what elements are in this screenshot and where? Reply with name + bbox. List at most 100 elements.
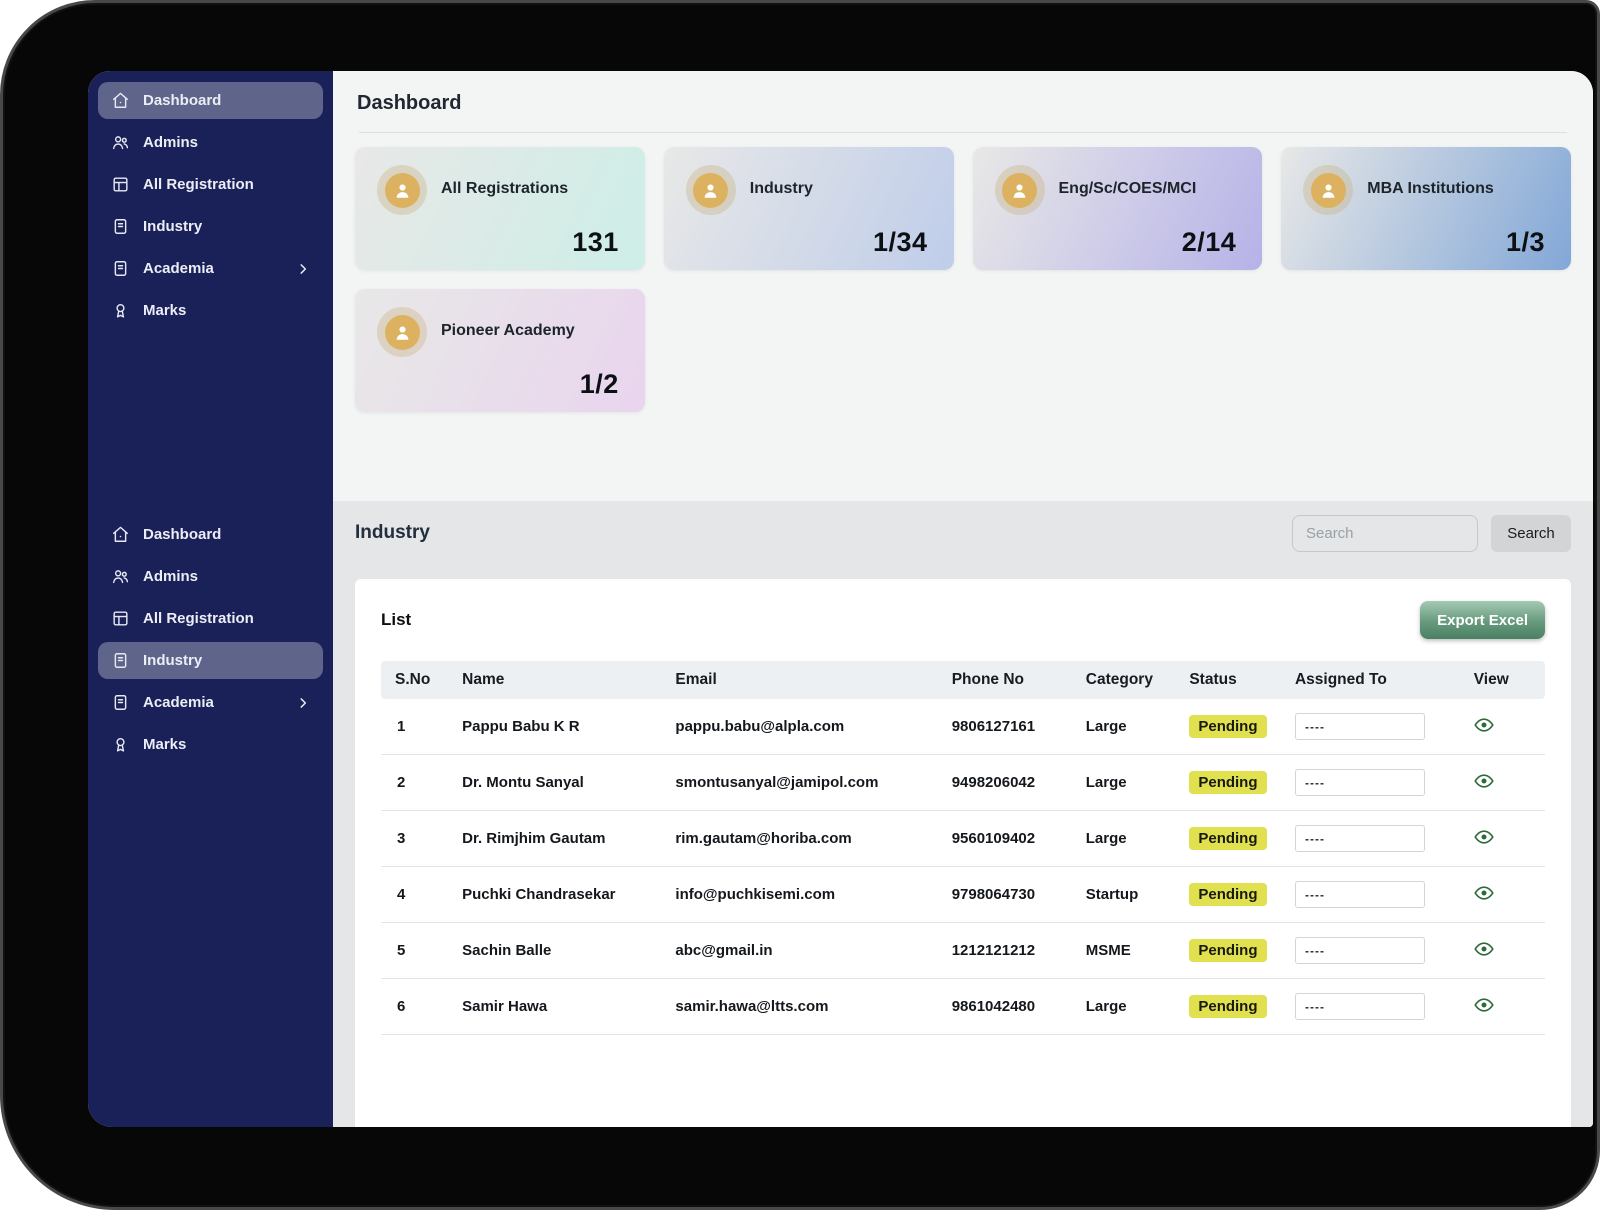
- avatar: [686, 165, 736, 215]
- cell-phone: 9798064730: [944, 867, 1078, 923]
- cell-assigned: ----: [1287, 979, 1466, 1035]
- document-icon: [111, 259, 130, 278]
- sidebar-item-dashboard[interactable]: Dashboard: [98, 82, 323, 119]
- cell-status: Pending: [1181, 811, 1287, 867]
- status-badge: Pending: [1189, 715, 1266, 738]
- avatar: [995, 165, 1045, 215]
- sidebar-item-industry[interactable]: Industry: [98, 642, 323, 679]
- cell-status: Pending: [1181, 923, 1287, 979]
- search-button[interactable]: Search: [1491, 515, 1571, 552]
- cell-phone: 9806127161: [944, 699, 1078, 755]
- table-row: 3 Dr. Rimjhim Gautam rim.gautam@horiba.c…: [381, 811, 1545, 867]
- sidebar-item-all-registration[interactable]: All Registration: [98, 166, 323, 203]
- status-badge: Pending: [1189, 827, 1266, 850]
- column-header-email: Email: [667, 661, 943, 699]
- stat-card-mba-institutions[interactable]: MBA Institutions 1/3: [1281, 147, 1571, 270]
- eye-icon: [1474, 715, 1494, 738]
- person-icon: [1002, 173, 1037, 208]
- sidebar-item-admins[interactable]: Admins: [98, 124, 323, 161]
- person-icon: [693, 173, 728, 208]
- cell-view: [1466, 699, 1545, 755]
- sidebar-item-industry[interactable]: Industry: [98, 208, 323, 245]
- list-title: List: [381, 610, 411, 630]
- view-eye-button[interactable]: [1474, 771, 1494, 794]
- stat-card-value: 131: [572, 227, 619, 258]
- sidebar-item-dashboard[interactable]: Dashboard: [98, 516, 323, 553]
- cell-email: smontusanyal@jamipol.com: [667, 755, 943, 811]
- assigned-to-field[interactable]: ----: [1295, 769, 1425, 796]
- industry-section: Industry Search List Export Excel: [333, 501, 1593, 1127]
- view-eye-button[interactable]: [1474, 995, 1494, 1018]
- table-row: 4 Puchki Chandrasekar info@puchkisemi.co…: [381, 867, 1545, 923]
- view-eye-button[interactable]: [1474, 827, 1494, 850]
- cell-sno: 2: [381, 755, 454, 811]
- table-row: 5 Sachin Balle abc@gmail.in 1212121212 M…: [381, 923, 1545, 979]
- sidebar-item-all-registration[interactable]: All Registration: [98, 600, 323, 637]
- assigned-to-field[interactable]: ----: [1295, 825, 1425, 852]
- cell-view: [1466, 923, 1545, 979]
- cell-status: Pending: [1181, 979, 1287, 1035]
- cell-name: Samir Hawa: [454, 979, 667, 1035]
- cell-email: pappu.babu@alpla.com: [667, 699, 943, 755]
- stat-card-eng-sc-coes-mci[interactable]: Eng/Sc/COES/MCI 2/14: [973, 147, 1263, 270]
- document-icon: [111, 651, 130, 670]
- stat-card-label: Eng/Sc/COES/MCI: [1059, 180, 1197, 198]
- sidebar-item-academia[interactable]: Academia: [98, 684, 323, 721]
- view-eye-button[interactable]: [1474, 883, 1494, 906]
- cell-view: [1466, 979, 1545, 1035]
- cell-category: Large: [1078, 699, 1182, 755]
- search-input[interactable]: [1292, 515, 1478, 552]
- users-icon: [111, 133, 130, 152]
- cell-assigned: ----: [1287, 811, 1466, 867]
- stat-card-industry[interactable]: Industry 1/34: [664, 147, 954, 270]
- column-header-status: Status: [1181, 661, 1287, 699]
- column-header-s-no: S.No: [381, 661, 454, 699]
- cell-assigned: ----: [1287, 923, 1466, 979]
- status-badge: Pending: [1189, 771, 1266, 794]
- registration-grid-icon: [111, 175, 130, 194]
- sidebar-item-academia[interactable]: Academia: [98, 250, 323, 287]
- document-icon: [111, 217, 130, 236]
- cell-sno: 6: [381, 979, 454, 1035]
- cell-phone: 9560109402: [944, 811, 1078, 867]
- table-row: 2 Dr. Montu Sanyal smontusanyal@jamipol.…: [381, 755, 1545, 811]
- view-eye-button[interactable]: [1474, 939, 1494, 962]
- cell-email: rim.gautam@horiba.com: [667, 811, 943, 867]
- cell-name: Puchki Chandrasekar: [454, 867, 667, 923]
- avatar: [377, 307, 427, 357]
- award-icon: [111, 301, 130, 320]
- column-header-assigned-to: Assigned To: [1287, 661, 1466, 699]
- sidebar-item-marks[interactable]: Marks: [98, 726, 323, 763]
- cell-category: Large: [1078, 811, 1182, 867]
- person-icon: [1311, 173, 1346, 208]
- stat-cards-grid: All Registrations 131 Industry 1/34 Eng/…: [333, 133, 1593, 412]
- cell-view: [1466, 867, 1545, 923]
- stat-card-pioneer-academy[interactable]: Pioneer Academy 1/2: [355, 289, 645, 412]
- cell-email: samir.hawa@ltts.com: [667, 979, 943, 1035]
- assigned-to-field[interactable]: ----: [1295, 993, 1425, 1020]
- stat-card-label: All Registrations: [441, 180, 568, 198]
- sidebar-item-admins[interactable]: Admins: [98, 558, 323, 595]
- app-screen: Dashboard Admins All Registration Indust…: [88, 71, 1593, 1127]
- tablet-device-frame: Dashboard Admins All Registration Indust…: [0, 0, 1600, 1210]
- assigned-to-field[interactable]: ----: [1295, 937, 1425, 964]
- stat-card-all-registrations[interactable]: All Registrations 131: [355, 147, 645, 270]
- cell-email: abc@gmail.in: [667, 923, 943, 979]
- cell-category: Large: [1078, 979, 1182, 1035]
- cell-sno: 4: [381, 867, 454, 923]
- assigned-to-field[interactable]: ----: [1295, 713, 1425, 740]
- export-excel-button[interactable]: Export Excel: [1420, 601, 1545, 639]
- view-eye-button[interactable]: [1474, 715, 1494, 738]
- assigned-to-field[interactable]: ----: [1295, 881, 1425, 908]
- cell-phone: 1212121212: [944, 923, 1078, 979]
- eye-icon: [1474, 939, 1494, 962]
- stat-card-value: 2/14: [1182, 227, 1237, 258]
- person-icon: [385, 173, 420, 208]
- table-row: 1 Pappu Babu K R pappu.babu@alpla.com 98…: [381, 699, 1545, 755]
- home-icon: [111, 525, 130, 544]
- cell-sno: 3: [381, 811, 454, 867]
- cell-category: MSME: [1078, 923, 1182, 979]
- status-badge: Pending: [1189, 995, 1266, 1018]
- sidebar-item-marks[interactable]: Marks: [98, 292, 323, 329]
- cell-sno: 1: [381, 699, 454, 755]
